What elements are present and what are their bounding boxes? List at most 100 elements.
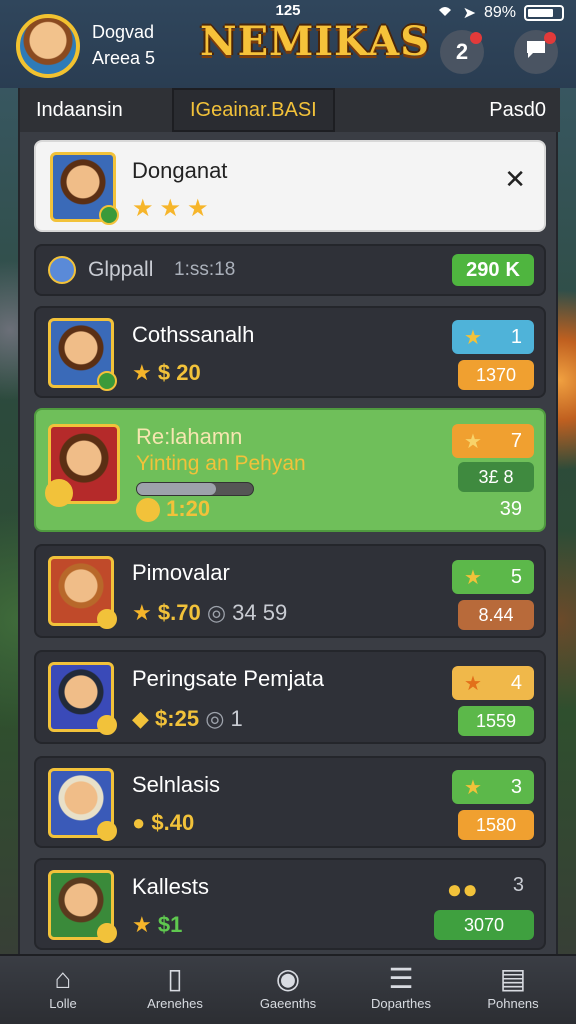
player-portrait <box>45 424 120 507</box>
player-portrait <box>48 556 117 629</box>
chat-button[interactable] <box>514 30 558 74</box>
gem-icon: ◆ <box>132 706 149 731</box>
item-badge-value: 3 <box>510 775 522 798</box>
nav-label: Doparthes <box>371 996 431 1011</box>
nav-label: Gaeenths <box>259 996 317 1011</box>
item-name: Re:lahamn <box>136 424 243 449</box>
list-icon: ☰ <box>388 963 414 994</box>
star-icon: ★ <box>464 776 482 799</box>
location-arrow-icon: ➤ <box>462 4 476 22</box>
leaderboard-panel: Indaansin IGeainar.BASI Pasd0 Donganat ★… <box>18 88 560 958</box>
item-mid-value: 3£ 8 <box>458 462 534 492</box>
item-badge[interactable]: ★ 5 <box>452 560 534 594</box>
shield-star-icon: ★ <box>464 672 482 695</box>
coin-icon: ● <box>132 810 146 835</box>
player-portrait <box>48 870 117 943</box>
item-badge-value: 5 <box>510 565 522 588</box>
item-subtitle: Yinting an Pehyan <box>136 452 306 475</box>
featured-portrait <box>50 152 119 225</box>
item-badge[interactable]: ★ 7 <box>452 424 534 458</box>
player-portrait <box>48 318 117 391</box>
coin-icon <box>136 498 160 523</box>
star-icon: ★ <box>132 912 152 937</box>
shield-star-icon: ★ <box>464 430 482 453</box>
player-name: Dogvad <box>92 22 155 42</box>
nav-label: Pohnens <box>487 996 539 1011</box>
featured-name: Donganat <box>132 158 228 183</box>
star-icon: ★ <box>464 326 482 349</box>
player-portrait <box>48 768 117 841</box>
summary-timer: 1:ss:18 <box>174 259 236 280</box>
item-progress-fill <box>137 483 216 495</box>
nav-profile[interactable]: ▤ Pohnens <box>458 962 568 1011</box>
player-portrait <box>48 662 117 735</box>
battery-percent: 89% <box>483 3 516 21</box>
item-amount: $.40 <box>151 810 195 835</box>
nav-label: Lolle <box>49 996 77 1011</box>
item-score: 3070 <box>434 910 534 940</box>
item-amount: $ 20 <box>157 360 201 385</box>
nav-departments[interactable]: ☰ Doparthes <box>346 962 456 1011</box>
wifi-icon <box>435 2 455 23</box>
list-item[interactable]: Kallests ★ $1 ●● 3 3070 <box>34 858 546 950</box>
player-avatar[interactable] <box>16 14 80 78</box>
item-progress-bar <box>136 482 254 496</box>
list-item[interactable]: Cothssanalh ★ $ 20 ★ 1 1370 <box>34 306 546 398</box>
home-icon: ⌂ <box>54 963 72 994</box>
arena-icon: ▯ <box>167 963 183 994</box>
nav-arenas[interactable]: ▯ Arenehes <box>120 962 230 1011</box>
tab-bar: Indaansin IGeainar.BASI Pasd0 <box>20 88 560 132</box>
list-item[interactable]: Selnlasis ● $.40 ★ 3 1580 <box>34 756 546 848</box>
game-logo: NEMIKAS <box>200 18 431 65</box>
item-name: Cothssanalh <box>132 322 255 347</box>
item-badge[interactable]: ★ 3 <box>452 770 534 804</box>
summary-label: Glppall <box>88 258 154 281</box>
summary-reward-button[interactable]: 290 K <box>452 254 534 286</box>
featured-card[interactable]: Donganat ★★★ ✕ <box>34 140 546 232</box>
item-score: 39 <box>499 498 522 520</box>
featured-stars: ★★★ <box>132 195 215 222</box>
item-badge-value: 4 <box>510 671 522 694</box>
bottom-nav: ⌂ Lolle ▯ Arenehes ◉ Gaeenths ☰ Doparthe… <box>0 954 576 1024</box>
item-score: 8.44 <box>458 600 534 630</box>
token-icon: ◎ <box>205 706 225 731</box>
top-bar: 125 ➤ 89% Dogvad Areea 5 NEMIKAS 2 <box>0 0 576 88</box>
item-score: 1580 <box>458 810 534 840</box>
item-name: Selnlasis <box>132 772 221 797</box>
notification-dot <box>470 32 482 44</box>
item-badge[interactable]: ★ 4 <box>452 666 534 700</box>
summary-reward-suffix: K <box>505 258 520 281</box>
item-amount: 1:20 <box>166 496 211 521</box>
notifications-button[interactable]: 2 <box>440 30 484 74</box>
notification-count: 2 <box>455 39 469 64</box>
item-name: Kallests <box>132 874 210 899</box>
item-extra: 34 59 <box>232 600 288 625</box>
coin-badge-icon <box>45 479 73 507</box>
tab-pasd0[interactable]: Pasd0 <box>489 88 546 132</box>
level-badge-icon <box>97 371 117 391</box>
status-icons: ➤ 89% <box>435 2 564 23</box>
tab-indaansin[interactable]: Indaansin <box>36 88 123 132</box>
player-area: Areea 5 <box>92 48 156 68</box>
list-item[interactable]: Pimovalar ★ $.70 ◎ 34 59 ★ 5 8.44 <box>34 544 546 638</box>
list-item-highlighted[interactable]: Re:lahamn Yinting an Pehyan 1:20 ★ 7 3£ 8… <box>34 408 546 532</box>
list-item[interactable]: Peringsate Pemjata ◆ $:25 ◎ 1 ★ 4 1559 <box>34 650 546 744</box>
summary-reward: 290 <box>466 258 500 281</box>
nav-games[interactable]: ◉ Gaeenths <box>233 962 343 1011</box>
battery-icon <box>524 4 564 21</box>
target-icon: ◉ <box>275 963 301 994</box>
item-amount: $:25 <box>155 706 200 731</box>
tab-igeainar[interactable]: IGeainar.BASI <box>172 88 335 132</box>
star-icon: ★ <box>132 600 152 625</box>
nav-home[interactable]: ⌂ Lolle <box>8 962 118 1011</box>
coin-badge-icon <box>97 609 117 629</box>
shield-icon <box>48 256 76 284</box>
close-icon[interactable]: ✕ <box>504 164 526 195</box>
nav-label: Arenehes <box>147 996 203 1011</box>
token-icon: ◎ <box>206 600 227 625</box>
item-badge[interactable]: ★ 1 <box>452 320 534 354</box>
chat-bubble-icon <box>524 38 548 66</box>
summary-row: Glppall 1:ss:18 290 K <box>34 244 546 296</box>
coin-badge-icon <box>97 715 117 735</box>
star-icon: ★ <box>132 360 152 385</box>
